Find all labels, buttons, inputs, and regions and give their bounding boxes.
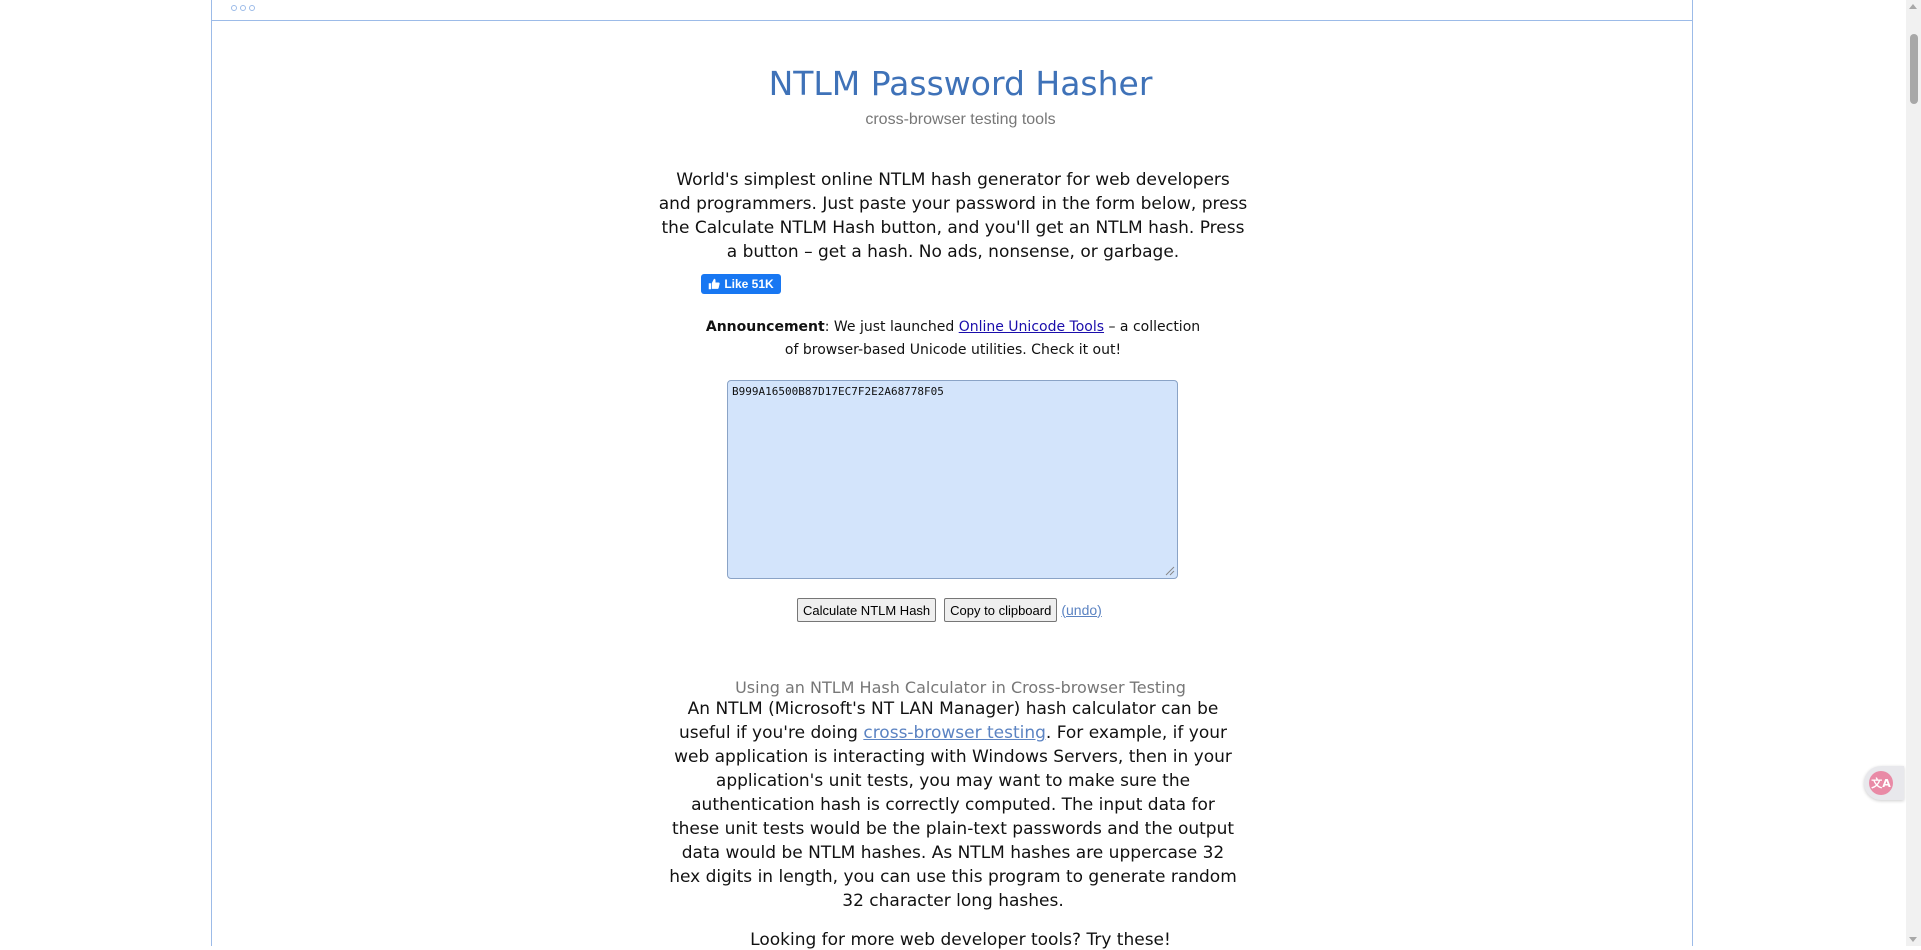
window-dots bbox=[231, 5, 255, 11]
page-subtitle: cross-browser testing tools bbox=[865, 111, 1056, 128]
announcement-text-before: : We just launched bbox=[824, 319, 959, 335]
resize-grip-icon[interactable] bbox=[1165, 566, 1175, 576]
undo-link[interactable]: (undo) bbox=[1061, 602, 1102, 618]
section-body: An NTLM (Microsoft's NT LAN Manager) has… bbox=[668, 697, 1238, 913]
page-scrollbar[interactable] bbox=[1906, 0, 1921, 946]
section-heading: Using an NTLM Hash Calculator in Cross-b… bbox=[735, 678, 1186, 698]
announcement-label: Announcement bbox=[705, 319, 825, 335]
hash-textarea[interactable]: B999A16500B87D17EC7F2E2A68778F05 bbox=[727, 380, 1178, 579]
dot-icon bbox=[231, 5, 237, 11]
dot-icon bbox=[249, 5, 255, 11]
scroll-down-icon[interactable] bbox=[1909, 937, 1917, 942]
intro-text: World's simplest online NTLM hash genera… bbox=[658, 170, 1248, 262]
cross-browser-testing-link[interactable]: cross-browser testing bbox=[863, 723, 1046, 743]
calculate-button[interactable]: Calculate NTLM Hash bbox=[797, 598, 937, 622]
more-tools-heading: Looking for more web developer tools? Tr… bbox=[750, 930, 1171, 950]
undo-label: undo bbox=[1066, 602, 1098, 618]
dot-icon bbox=[240, 5, 246, 11]
facebook-like-button[interactable]: Like 51K bbox=[701, 274, 781, 294]
section-text-after: . For example, if your web application i… bbox=[669, 723, 1237, 911]
announcement: Announcement: We just launched Online Un… bbox=[700, 316, 1206, 362]
like-label: Like 51K bbox=[724, 277, 774, 291]
scroll-thumb[interactable] bbox=[1910, 34, 1918, 104]
copy-button[interactable]: Copy to clipboard bbox=[944, 598, 1058, 622]
translate-float-button[interactable]: 文A bbox=[1864, 766, 1904, 800]
scroll-up-icon[interactable] bbox=[1909, 4, 1917, 9]
page-title: NTLM Password Hasher bbox=[768, 64, 1153, 103]
thumbs-up-icon bbox=[709, 278, 720, 290]
action-buttons: Calculate NTLM Hash Copy to clipboard (u… bbox=[797, 598, 1102, 622]
unicode-tools-link[interactable]: Online Unicode Tools bbox=[959, 319, 1104, 335]
frame-topbar bbox=[212, 0, 1692, 21]
translate-icon: 文A bbox=[1869, 771, 1893, 795]
